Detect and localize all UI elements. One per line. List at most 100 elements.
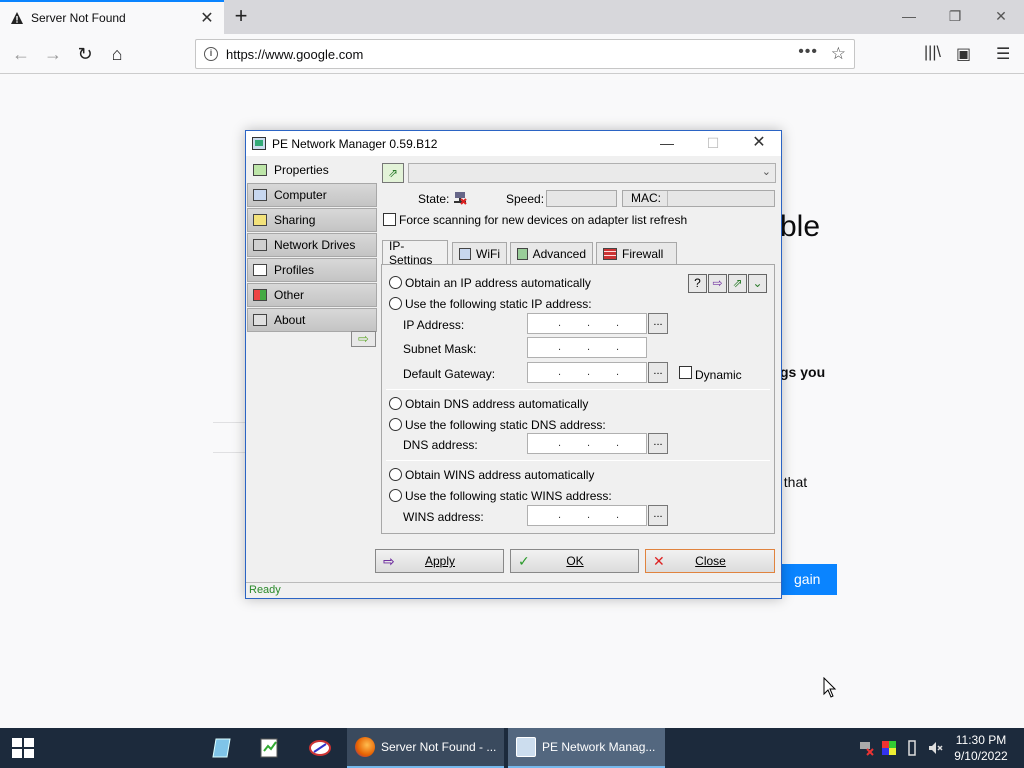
ip-settings-panel: ? ⇨ ⇗ ⌄ Obtain an IP address automatical… [381, 264, 775, 534]
nav-item-profiles[interactable]: Profiles [247, 258, 377, 282]
tab-wifi[interactable]: WiFi [452, 242, 507, 264]
pe-network-manager-window: PE Network Manager 0.59.B12 — ☐ ✕ Proper… [245, 130, 782, 599]
volume-muted-icon[interactable] [927, 740, 943, 756]
wins-address-input[interactable]: ... [527, 505, 647, 526]
auto-dns-radio[interactable] [389, 397, 402, 410]
library-icon[interactable]: |||\ [924, 44, 941, 62]
ip-address-input[interactable]: ... [527, 313, 647, 334]
tab-title: Server Not Found [31, 11, 126, 25]
dialog-minimize-icon[interactable]: — [644, 131, 690, 156]
gateway-browse-button[interactable]: ... [648, 362, 668, 383]
wins-browse-button[interactable]: ... [648, 505, 668, 526]
default-gateway-input[interactable]: ... [527, 362, 647, 383]
dns-browse-button[interactable]: ... [648, 433, 668, 454]
advanced-icon [517, 247, 528, 260]
dialog-maximize-icon[interactable]: ☐ [690, 131, 736, 156]
wins-address-label: WINS address: [403, 510, 484, 524]
browser-tab[interactable]: Server Not Found ✕ [0, 0, 224, 34]
back-icon[interactable]: ← [6, 39, 36, 69]
auto-ip-label: Obtain an IP address automatically [405, 276, 591, 290]
info-icon[interactable]: i [204, 47, 218, 61]
arrow-right-icon[interactable]: ⇨ [351, 331, 376, 347]
static-dns-label: Use the following static DNS address: [405, 418, 606, 432]
page-heading-fragment: ble [780, 210, 821, 243]
nav-item-properties[interactable]: Properties [247, 158, 377, 182]
url-text[interactable]: https://www.google.com [226, 47, 363, 62]
network-manager-icon [516, 737, 536, 757]
taskbar: Server Not Found - ... PE Network Manag.… [0, 728, 1024, 768]
dynamic-checkbox[interactable] [679, 366, 692, 379]
close-window-icon[interactable]: ✕ [978, 0, 1024, 34]
force-scan-checkbox[interactable] [383, 213, 396, 226]
auto-wins-label: Obtain WINS address automatically [405, 468, 595, 482]
help-icon[interactable]: ? [688, 274, 707, 293]
auto-ip-radio[interactable] [389, 276, 402, 289]
minimize-icon[interactable]: — [886, 0, 932, 34]
forward-icon[interactable]: → [38, 39, 68, 69]
refresh-adapters-button[interactable]: ⇗ [382, 163, 404, 183]
dialog-titlebar[interactable]: PE Network Manager 0.59.B12 — ☐ ✕ [246, 131, 781, 156]
profiles-icon [253, 264, 267, 276]
subnet-mask-input[interactable]: ... [527, 337, 647, 358]
close-tab-icon[interactable]: ✕ [196, 8, 218, 28]
dialog-close-icon[interactable]: ✕ [736, 131, 782, 156]
menu-icon[interactable]: ☰ [996, 44, 1010, 64]
notepad-icon[interactable] [210, 736, 234, 760]
export-icon[interactable]: ⇗ [728, 274, 747, 293]
mac-label: MAC: [631, 191, 661, 205]
static-ip-label: Use the following static IP address: [405, 297, 592, 311]
tab-advanced[interactable]: Advanced [510, 242, 593, 264]
apply-button[interactable]: ⇨ Apply [375, 549, 504, 573]
wifi-icon [459, 247, 471, 260]
static-dns-radio[interactable] [389, 418, 402, 431]
mac-field: MAC: [622, 190, 775, 207]
dns-address-input[interactable]: ... [527, 433, 647, 454]
nav-item-sharing[interactable]: Sharing [247, 208, 377, 232]
new-tab-icon[interactable]: + [228, 4, 254, 30]
usb-tray-icon[interactable] [904, 740, 920, 756]
arrow-right-icon[interactable]: ⇨ [708, 274, 727, 293]
close-button[interactable]: ✕ Close [645, 549, 775, 573]
restore-icon[interactable]: ❐ [932, 0, 978, 34]
ip-address-label: IP Address: [403, 318, 465, 332]
auto-wins-radio[interactable] [389, 468, 402, 481]
nav-item-computer[interactable]: Computer [247, 183, 377, 207]
color-tray-icon[interactable] [881, 740, 897, 756]
reload-icon[interactable]: ↻ [70, 39, 100, 69]
divider [386, 460, 770, 461]
spreadsheet-editor-icon[interactable] [258, 736, 282, 760]
tab-ip-settings[interactable]: IP-Settings [382, 239, 448, 267]
windows-start-icon[interactable] [12, 738, 34, 758]
nav-item-network-drives[interactable]: Network Drives [247, 233, 377, 257]
static-wins-radio[interactable] [389, 489, 402, 502]
home-icon[interactable]: ⌂ [102, 39, 132, 69]
nav-item-other[interactable]: Other [247, 283, 377, 307]
navigation-toolbar: ← → ↻ ⌂ i https://www.google.com ••• ☆ |… [0, 34, 1024, 74]
bookmark-star-icon[interactable]: ☆ [831, 44, 846, 64]
mouse-cursor-icon [823, 677, 837, 698]
nav-item-about[interactable]: About [247, 308, 377, 332]
divider [386, 389, 770, 390]
network-drives-icon [253, 239, 267, 251]
expand-down-icon[interactable]: ⌄ [748, 274, 767, 293]
static-ip-radio[interactable] [389, 297, 402, 310]
tab-firewall[interactable]: Firewall [596, 242, 677, 264]
taskbar-item-firefox[interactable]: Server Not Found - ... [347, 728, 504, 768]
adapter-select[interactable]: ⌄ [408, 163, 776, 183]
sidebar-icon[interactable]: ▣ [956, 44, 971, 64]
ip-address-browse-button[interactable]: ... [648, 313, 668, 334]
dialog-title: PE Network Manager 0.59.B12 [272, 136, 438, 151]
page-actions-icon[interactable]: ••• [798, 43, 818, 61]
network-tray-icon[interactable] [858, 740, 874, 756]
taskbar-item-pe-network-manager[interactable]: PE Network Manag... [508, 728, 665, 768]
about-icon [253, 314, 267, 326]
state-label: State: [418, 192, 450, 206]
static-wins-label: Use the following static WINS address: [405, 489, 612, 503]
default-gateway-label: Default Gateway: [403, 367, 496, 381]
url-bar[interactable]: i https://www.google.com ••• ☆ [195, 39, 855, 69]
ok-button[interactable]: ✓ OK [510, 549, 639, 573]
system-clock[interactable]: 11:30 PM 9/10/2022 [946, 732, 1016, 764]
network-tool-icon[interactable] [308, 736, 332, 760]
force-scan-label: Force scanning for new devices on adapte… [399, 213, 688, 227]
divider [213, 452, 246, 453]
